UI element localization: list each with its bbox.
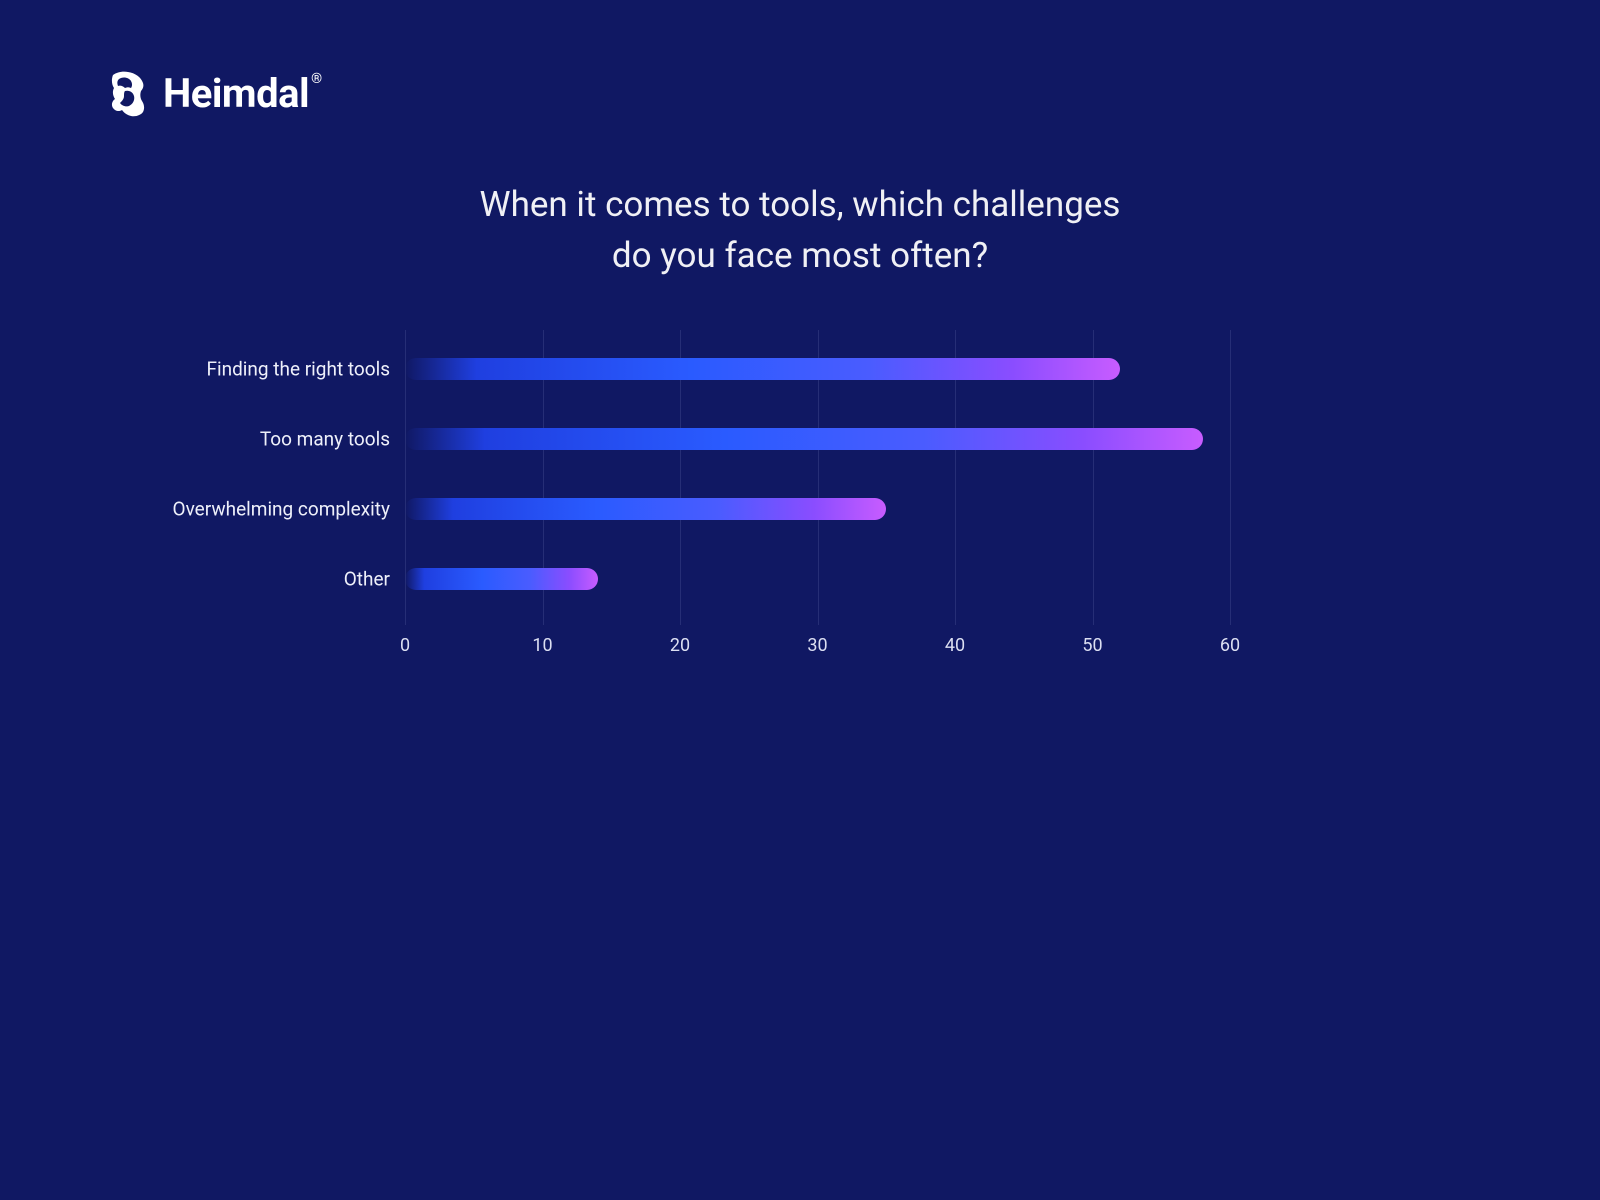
bar: [405, 568, 598, 590]
chart-title-line2: do you face most often?: [612, 235, 988, 276]
bar: [405, 498, 886, 520]
x-tick-label: 40: [945, 635, 965, 656]
bar: [405, 428, 1203, 450]
chart-title: When it comes to tools, which challenges…: [0, 180, 1600, 282]
category-label: Overwhelming complexity: [170, 498, 390, 521]
gridline: [1230, 330, 1231, 625]
plot-area: [405, 330, 1230, 625]
x-tick-label: 0: [400, 635, 410, 656]
category-label: Too many tools: [170, 427, 390, 450]
category-label: Finding the right tools: [170, 357, 390, 380]
brand-name: Heimdal®: [163, 70, 320, 117]
brand-logo: Heimdal®: [105, 70, 320, 117]
bar: [405, 358, 1120, 380]
brand-name-text: Heimdal: [163, 70, 309, 117]
heimdal-icon: [105, 71, 149, 117]
x-tick-label: 30: [807, 635, 827, 656]
x-tick-label: 50: [1082, 635, 1102, 656]
x-tick-label: 60: [1220, 635, 1240, 656]
registered-mark: ®: [311, 71, 322, 87]
x-tick-label: 20: [670, 635, 690, 656]
chart-title-line1: When it comes to tools, which challenges: [480, 184, 1121, 225]
category-label: Other: [170, 568, 390, 591]
x-tick-label: 10: [532, 635, 552, 656]
